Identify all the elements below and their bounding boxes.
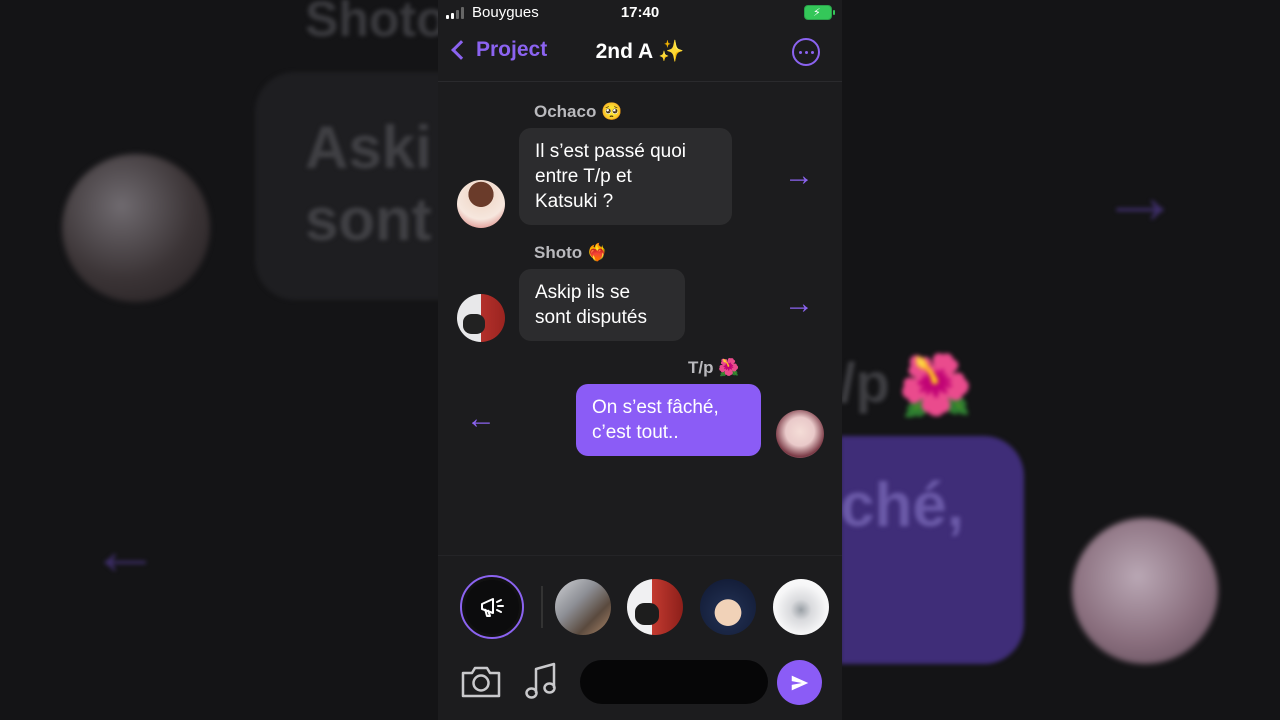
character-selector [438,555,842,655]
background-sender-name: /p [840,351,890,414]
avatar[interactable] [457,180,505,228]
background-sender-name: Shoto [305,0,447,47]
sender-name: Shoto ❤️‍🔥 [534,243,609,262]
message-bubble[interactable]: Askip ils se sont disputés [519,269,685,341]
phone-screen: Bouygues 17:40 ⚡ Project 2nd A ✨ Ochaco … [438,0,842,720]
status-bar: Bouygues 17:40 ⚡ [438,0,842,26]
background-arrow-right-icon: → [1100,151,1180,240]
character-avatar[interactable] [555,579,611,635]
background-outgoing-text: ché, [840,471,965,540]
battery-icon: ⚡ [804,5,835,20]
background-bubble-text: Aski sont [305,114,432,253]
send-icon [791,675,808,690]
chat-title: 2nd A ✨ [595,40,685,63]
megaphone-icon [481,598,504,617]
background-flower-icon: 🌺 [898,352,973,419]
navigation-bar: Project 2nd A ✨ [438,26,842,82]
status-time: 17:40 [620,4,660,21]
sender-name: T/p 🌺 [688,358,740,377]
character-avatar[interactable] [773,579,829,635]
background-avatar [62,154,210,302]
send-button[interactable] [777,660,822,705]
character-avatar[interactable] [700,579,756,635]
character-avatar[interactable] [627,579,683,635]
sender-name: Ochaco 🥺 [534,102,623,121]
avatar[interactable] [776,410,824,458]
arrow-right-icon[interactable]: → [784,289,814,319]
message-input[interactable] [580,660,768,704]
camera-icon[interactable] [460,663,502,699]
arrow-right-icon[interactable]: → [784,161,814,191]
background-avatar [1072,518,1218,664]
arrow-left-icon[interactable]: ← [466,404,496,434]
background-arrow-left-icon: ← [90,511,160,589]
message-bubble[interactable]: Il s’est passé quoi entre T/p et Katsuki… [519,128,732,225]
narrator-button[interactable] [460,575,524,639]
composer-bar [438,655,842,720]
music-note-icon[interactable] [524,661,558,701]
divider [541,586,543,628]
avatar[interactable] [457,294,505,342]
more-button[interactable] [792,38,820,66]
more-icon [798,50,802,54]
message-bubble[interactable]: On s’est fâché, c’est tout.. [576,384,761,456]
